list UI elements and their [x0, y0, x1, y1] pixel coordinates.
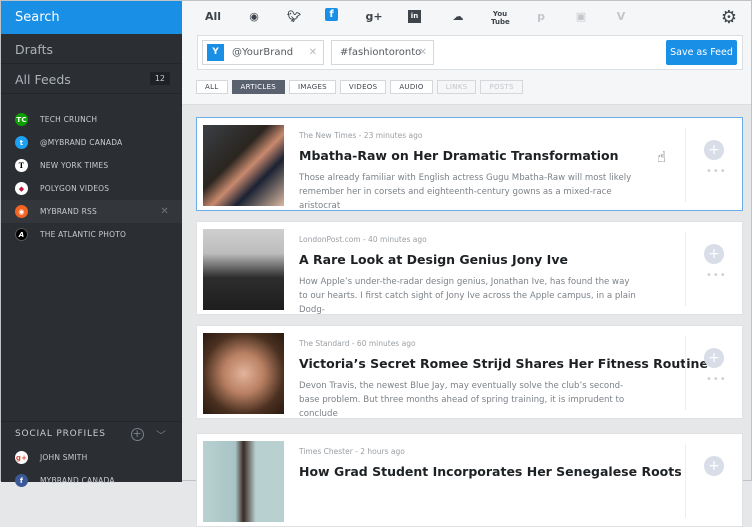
sidebar: Search Drafts All Feeds 12 TC TECH CRUNCH …	[1, 1, 182, 487]
remove-feed-icon[interactable]: ✕	[160, 206, 169, 217]
article-title[interactable]: Victoria’s Secret Romee Strijd Shares He…	[299, 356, 708, 371]
search-header: All ◉ 🐦︎ f g+ in ☁ You Tube p ▣ V ⚙ Y @You…	[182, 1, 751, 105]
facebook-icon[interactable]: f	[325, 8, 338, 21]
profile-item[interactable]: g+ JOHN SMITH	[1, 446, 182, 469]
twitter-icon: t	[15, 136, 28, 149]
article-title[interactable]: Mbatha-Raw on Her Dramatic Transformatio…	[299, 148, 619, 163]
filter-posts: POSTS	[480, 80, 523, 94]
sidebar-all-feeds[interactable]: All Feeds 12	[1, 64, 182, 94]
tag-label: @YourBrand	[232, 47, 294, 58]
add-button[interactable]: +	[704, 348, 724, 368]
filter-videos[interactable]: VIDEOS	[339, 80, 387, 94]
add-button[interactable]: +	[704, 456, 724, 476]
feed-item[interactable]: A THE ATLANTIC PHOTO	[1, 223, 182, 246]
feed-item[interactable]: T NEW YORK TIMES	[1, 154, 182, 177]
article-card[interactable]: The Standard - 60 minutes ago Victoria’s…	[196, 325, 743, 419]
pinterest-icon[interactable]: p	[532, 10, 550, 23]
all-feeds-label: All Feeds	[15, 72, 71, 87]
chevron-down-icon[interactable]: ﹀	[156, 427, 167, 442]
feed-item[interactable]: ◉ MYBRAND RSS ✕	[1, 200, 182, 223]
add-profile-icon[interactable]: +	[131, 427, 144, 441]
rss-icon: ◉	[15, 205, 28, 218]
feed-label: THE ATLANTIC PHOTO	[40, 230, 127, 239]
search-input[interactable]: Y @YourBrand ✕ #fashiontoronto ✕ Save as Fe…	[197, 35, 743, 70]
article-card[interactable]: LondonPost.com - 40 minutes ago A Rare L…	[196, 221, 743, 315]
linkedin-icon[interactable]: in	[408, 10, 421, 23]
vimeo-icon[interactable]: V	[612, 10, 630, 23]
network-tabs: All ◉ 🐦︎ f g+ in ☁ You Tube p ▣ V ⚙	[182, 1, 751, 34]
tab-all[interactable]: All	[202, 10, 224, 23]
tag-label: #fashiontoronto	[340, 47, 422, 58]
article-source: LondonPost.com - 40 minutes ago	[299, 235, 427, 244]
article-title[interactable]: A Rare Look at Design Genius Jony Ive	[299, 252, 568, 267]
feed-item[interactable]: t @MYBRAND CANADA	[1, 131, 182, 154]
brand-logo-icon: Y	[207, 44, 224, 61]
article-card[interactable]: The New Times - 23 minutes ago Mbatha-Ra…	[196, 117, 743, 211]
atlantic-icon: A	[15, 228, 28, 241]
filter-links: LINKS	[436, 80, 477, 94]
article-image	[203, 333, 284, 414]
article-description: How Apple’s under-the-radar design geniu…	[299, 277, 636, 315]
article-source: The New Times - 23 minutes ago	[299, 131, 423, 140]
twitter-icon[interactable]: 🐦︎	[285, 10, 303, 23]
more-icon[interactable]: •••	[706, 166, 727, 177]
feed-label: TECH CRUNCH	[40, 115, 98, 124]
feed-label: @MYBRAND CANADA	[40, 138, 123, 147]
gear-icon[interactable]: ⚙	[721, 7, 737, 28]
add-button[interactable]: +	[704, 140, 724, 160]
techcrunch-icon: TC	[15, 113, 28, 126]
feeds-count-badge: 12	[149, 72, 170, 85]
sidebar-drafts[interactable]: Drafts	[1, 34, 182, 64]
more-icon[interactable]: •••	[706, 374, 727, 385]
remove-tag-icon[interactable]: ✕	[309, 47, 317, 58]
polygon-icon: ◆	[15, 182, 28, 195]
article-card[interactable]: Times Chester - 2 hours ago How Grad Stu…	[196, 433, 743, 527]
article-image	[203, 229, 284, 310]
filter-images[interactable]: IMAGES	[289, 80, 336, 94]
drafts-label: Drafts	[15, 42, 54, 57]
remove-tag-icon[interactable]: ✕	[419, 47, 427, 58]
sidebar-search[interactable]: Search	[1, 1, 182, 34]
search-tag[interactable]: Y @YourBrand ✕	[202, 40, 324, 65]
rss-icon[interactable]: ◉	[245, 10, 263, 23]
social-profiles-title: SOCIAL PROFILES	[15, 429, 106, 439]
hand-cursor-icon: ☝	[657, 148, 667, 166]
article-image	[203, 125, 284, 206]
feed-label: NEW YORK TIMES	[40, 161, 109, 170]
feed-label: POLYGON VIDEOS	[40, 184, 110, 193]
article-source: Times Chester - 2 hours ago	[299, 447, 405, 456]
article-title[interactable]: How Grad Student Incorporates Her Senega…	[299, 464, 682, 479]
article-description: Devon Travis, the newest Blue Jay, may e…	[299, 381, 625, 419]
nyt-icon: T	[15, 159, 28, 172]
more-icon[interactable]: •••	[706, 270, 727, 281]
google-plus-icon[interactable]: g+	[365, 10, 383, 23]
instagram-icon[interactable]: ▣	[572, 10, 590, 23]
feed-item[interactable]: TC TECH CRUNCH	[1, 108, 182, 131]
filter-all[interactable]: ALL	[196, 80, 228, 94]
profile-label: JOHN SMITH	[40, 453, 88, 462]
feed-label: MYBRAND RSS	[40, 207, 97, 216]
article-description: Those already familiar with English actr…	[299, 173, 632, 211]
soundcloud-icon[interactable]: ☁	[449, 10, 467, 23]
youtube-icon[interactable]: You Tube	[491, 10, 510, 26]
article-source: The Standard - 60 minutes ago	[299, 339, 416, 348]
feed-list: TC TECH CRUNCH t @MYBRAND CANADA T NEW YORK…	[1, 108, 182, 246]
filter-audio[interactable]: AUDIO	[390, 80, 433, 94]
main-panel: All ◉ 🐦︎ f g+ in ☁ You Tube p ▣ V ⚙ Y @You…	[182, 1, 751, 527]
social-profiles: SOCIAL PROFILES + ﹀ g+ JOHN SMITH f MYBRAND …	[1, 421, 182, 492]
article-image	[203, 441, 284, 522]
save-as-feed-button[interactable]: Save as Feed	[666, 40, 737, 65]
filter-articles[interactable]: ARTICLES	[231, 80, 286, 94]
feed-item[interactable]: ◆ POLYGON VIDEOS	[1, 177, 182, 200]
google-plus-icon: g+	[15, 451, 28, 464]
search-tag[interactable]: #fashiontoronto ✕	[331, 40, 434, 65]
add-button[interactable]: +	[704, 244, 724, 264]
content-filters: ALL ARTICLES IMAGES VIDEOS AUDIO LINKS P…	[196, 80, 523, 94]
